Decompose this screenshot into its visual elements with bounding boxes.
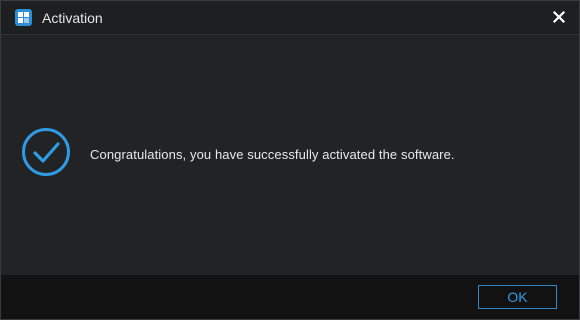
close-button[interactable] xyxy=(549,7,569,27)
checkmark-circle-icon xyxy=(22,128,70,176)
title-bar: Activation xyxy=(1,1,579,35)
window-title: Activation xyxy=(42,10,103,26)
success-message: Congratulations, you have successfully a… xyxy=(90,147,455,162)
app-logo-icon xyxy=(15,9,32,26)
dialog-content: Congratulations, you have successfully a… xyxy=(1,35,579,275)
activation-dialog: Activation Congratulations, you have suc… xyxy=(0,0,580,320)
dialog-footer: OK xyxy=(1,275,579,319)
close-icon xyxy=(552,10,566,24)
ok-button[interactable]: OK xyxy=(478,285,557,309)
